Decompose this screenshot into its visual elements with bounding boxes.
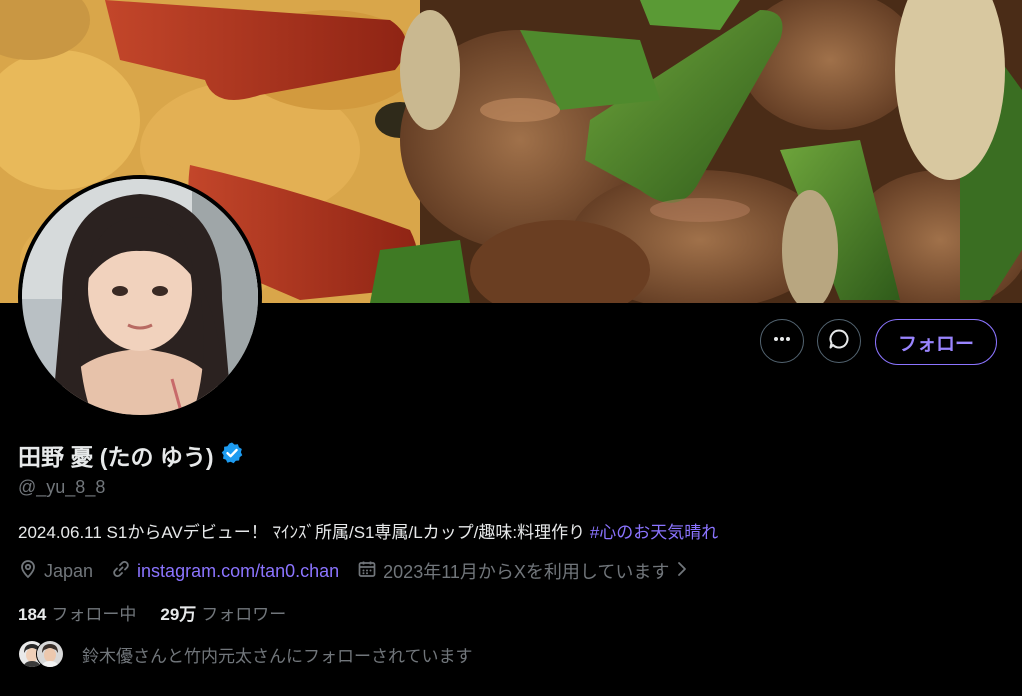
message-icon [828, 328, 850, 355]
message-button[interactable] [817, 319, 861, 363]
follow-button[interactable]: フォロー [875, 319, 997, 365]
link-icon [111, 559, 131, 584]
following-count: 184 [18, 605, 47, 624]
website: instagram.com/tan0.chan [111, 559, 339, 584]
following-stat[interactable]: 184 フォロー中 [18, 600, 136, 625]
followers-stat[interactable]: 29万 フォロワー [160, 600, 286, 625]
follower-avatar [36, 640, 64, 668]
verified-badge-icon[interactable] [220, 441, 244, 470]
website-link[interactable]: instagram.com/tan0.chan [137, 561, 339, 582]
followers-count: 29万 [160, 605, 197, 624]
bio-text: 2024.06.11 S1からAVデビュー！ ﾏｲﾝｽﾞ所属/S1専属/Lカップ… [18, 523, 590, 542]
followed-by-avatars [18, 640, 66, 668]
location-icon [18, 559, 38, 584]
chevron-right-icon [675, 560, 689, 583]
profile-avatar[interactable] [18, 175, 262, 419]
followers-label: フォロワー [201, 605, 287, 624]
calendar-icon [357, 559, 377, 584]
location-text: Japan [44, 560, 94, 581]
avatar-image [22, 179, 258, 415]
followed-by-text: 鈴木優さんと竹内元太さんにフォローされています [82, 646, 473, 666]
name-row: 田野 憂 (たの ゆう) [18, 438, 244, 472]
location: Japan [18, 559, 93, 584]
join-date-text: 2023年11月からXを利用しています [383, 562, 670, 582]
join-date[interactable]: 2023年11月からXを利用しています [357, 558, 689, 584]
more-button[interactable] [760, 319, 804, 363]
follow-stats: 184 フォロー中 29万 フォロワー [18, 600, 310, 625]
display-name: 田野 憂 (たの ゆう) [18, 444, 214, 470]
followed-by[interactable]: 鈴木優さんと竹内元太さんにフォローされています [18, 640, 473, 668]
profile-meta: Japan instagram.com/tan0.chan 2023年11月から… [18, 558, 707, 584]
handle: @_yu_8_8 [18, 477, 106, 497]
more-icon [772, 329, 792, 354]
following-label: フォロー中 [51, 605, 137, 624]
bio: 2024.06.11 S1からAVデビュー！ ﾏｲﾝｽﾞ所属/S1専属/Lカップ… [18, 518, 718, 543]
bio-hashtag-link[interactable]: #心のお天気晴れ [590, 523, 718, 542]
